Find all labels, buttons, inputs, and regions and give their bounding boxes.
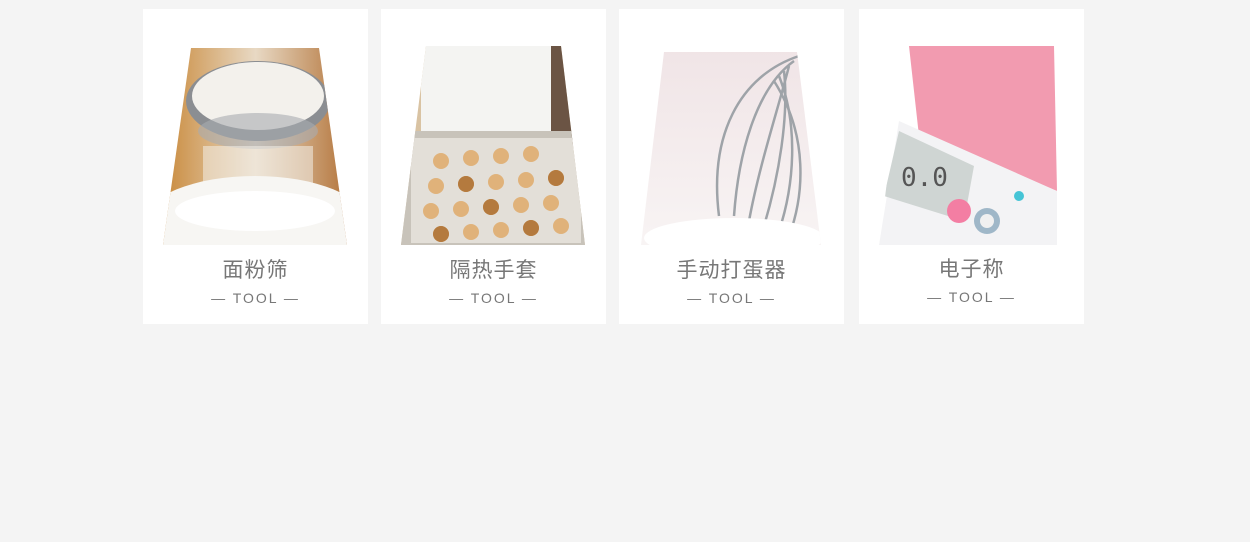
card-title: 隔热手套 bbox=[449, 258, 538, 282]
egg-whisk-photo bbox=[641, 52, 821, 245]
kitchen-scale-photo: 0.0 bbox=[879, 46, 1063, 245]
card-title: 手动打蛋器 bbox=[676, 258, 787, 282]
card-subtitle: — TOOL — bbox=[449, 290, 538, 306]
card-title: 电子称 bbox=[938, 257, 1005, 281]
product-card-egg-whisk[interactable]: 手动打蛋器 — TOOL — bbox=[619, 9, 844, 324]
card-subtitle: — TOOL — bbox=[211, 290, 300, 306]
product-card-oven-mitts[interactable]: 隔热手套 — TOOL — bbox=[381, 9, 606, 324]
card-subtitle: — TOOL — bbox=[687, 290, 776, 306]
svg-text:0.0: 0.0 bbox=[901, 163, 948, 193]
flour-sieve-photo bbox=[163, 48, 347, 245]
egg-whisk-image[interactable] bbox=[639, 46, 824, 245]
flour-sieve-image[interactable] bbox=[163, 46, 348, 245]
product-card-kitchen-scale[interactable]: 0.0 电子称 — TOOL — bbox=[859, 9, 1084, 324]
oven-mitts-image[interactable] bbox=[401, 46, 586, 245]
card-title: 面粉筛 bbox=[222, 258, 289, 282]
baking-tray-cookies-photo bbox=[401, 46, 585, 245]
product-card-flour-sieve[interactable]: 面粉筛 — TOOL — bbox=[143, 9, 368, 324]
kitchen-scale-image[interactable]: 0.0 bbox=[879, 46, 1064, 245]
card-subtitle: — TOOL — bbox=[927, 289, 1016, 305]
